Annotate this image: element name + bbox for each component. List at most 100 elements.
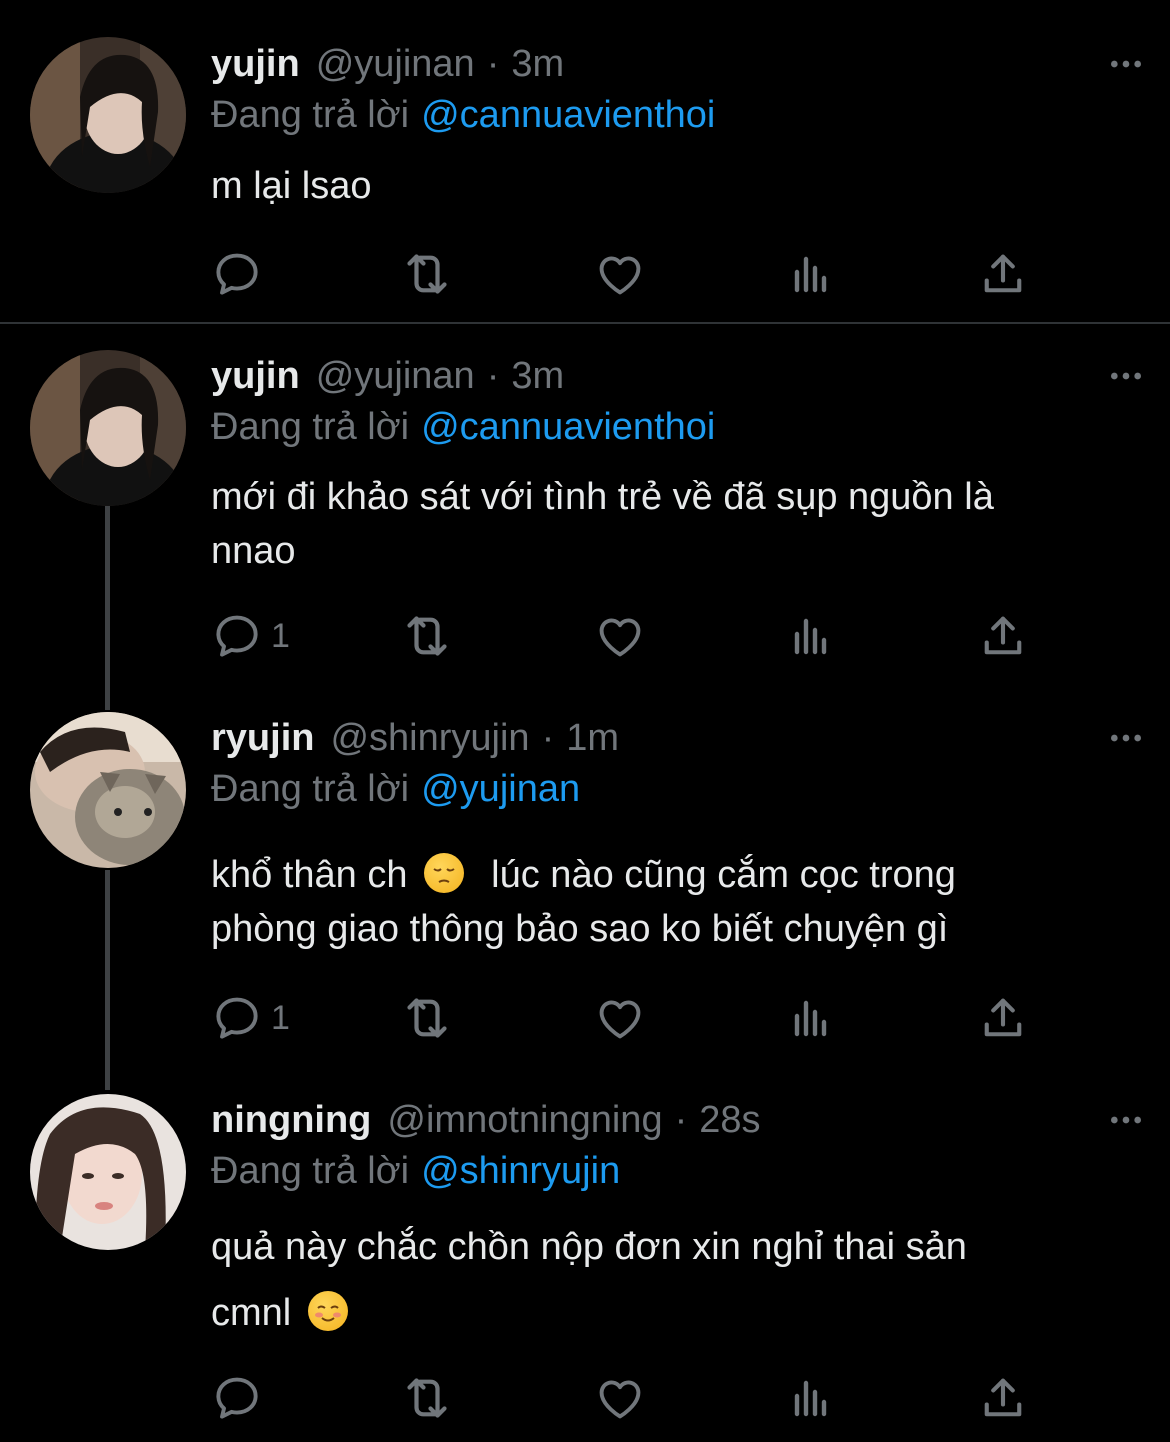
- action-bar: [211, 244, 1051, 304]
- like-icon: [594, 610, 646, 662]
- more-options-button[interactable]: [1106, 356, 1146, 396]
- tweet-header: yujin @yujinan · 3m: [211, 38, 564, 90]
- retweet-button[interactable]: [399, 988, 455, 1048]
- analytics-icon: [787, 250, 835, 298]
- replying-to: Đang trả lời @cannuavienthoi: [211, 94, 715, 137]
- tweet-text-segment: lúc nào cũng cắm cọc trong: [491, 854, 956, 896]
- tweet[interactable]: ryujin @shinryujin · 1m Đang trả lời @yuj…: [0, 694, 1170, 1074]
- more-icon: [1106, 718, 1146, 758]
- like-icon: [594, 992, 646, 1044]
- retweet-icon: [399, 1370, 455, 1426]
- like-button[interactable]: [594, 988, 646, 1048]
- mention-link[interactable]: @yujinan: [421, 768, 580, 810]
- reply-button[interactable]: [211, 244, 263, 304]
- separator-dot: ·: [674, 1098, 688, 1141]
- share-icon: [977, 248, 1029, 300]
- mention-link[interactable]: @cannuavienthoi: [421, 94, 715, 136]
- timestamp[interactable]: 28s: [699, 1099, 760, 1142]
- action-bar: 1: [211, 988, 1051, 1048]
- replying-to: Đang trả lời @shinryujin: [211, 1150, 620, 1193]
- separator-dot: ·: [486, 354, 500, 397]
- analytics-icon: [787, 612, 835, 660]
- tweet-text-line: phòng giao thông bảo sao ko biết chuyện …: [211, 908, 949, 950]
- reply-button[interactable]: [211, 1368, 263, 1428]
- like-button[interactable]: [594, 606, 646, 666]
- reply-button[interactable]: 1: [211, 606, 290, 666]
- pensive-face-emoji: [424, 853, 465, 893]
- display-name[interactable]: ryujin: [211, 717, 314, 760]
- display-name[interactable]: ningning: [211, 1099, 371, 1142]
- reply-count: 1: [271, 998, 290, 1037]
- avatar[interactable]: [30, 712, 186, 868]
- tweet-text-line: quả này chắc chồn nộp đơn xin nghỉ thai …: [211, 1226, 967, 1268]
- retweet-icon: [399, 990, 455, 1046]
- more-options-button[interactable]: [1106, 44, 1146, 84]
- analytics-button[interactable]: [787, 606, 835, 666]
- retweet-button[interactable]: [399, 606, 455, 666]
- share-button[interactable]: [977, 988, 1029, 1048]
- share-button[interactable]: [977, 1368, 1029, 1428]
- tweet-text: quả này chắc chồn nộp đơn xin nghỉ thai …: [211, 1214, 1141, 1346]
- share-button[interactable]: [977, 244, 1029, 304]
- avatar[interactable]: [30, 350, 186, 506]
- action-bar: [211, 1368, 1051, 1428]
- username-handle[interactable]: @shinryujin: [330, 717, 529, 760]
- analytics-icon: [787, 994, 835, 1042]
- replying-label: Đang trả lời: [211, 94, 410, 136]
- tweet-text-line: mới đi khảo sát với tình trẻ về đã sụp n…: [211, 476, 994, 518]
- retweet-button[interactable]: [399, 244, 455, 304]
- tweet-text: khổ thân ch lúc nào cũng cắm cọc trong p…: [211, 848, 1141, 956]
- more-icon: [1106, 44, 1146, 84]
- reply-timeline: yujin @yujinan · 3m Đang trả lời @cannuav…: [0, 0, 1170, 1442]
- tweet-text-line: khổ thân ch lúc nào cũng cắm cọc trong: [211, 848, 1141, 902]
- like-button[interactable]: [594, 244, 646, 304]
- reply-icon: [211, 610, 263, 662]
- tweet-header: ryujin @shinryujin · 1m: [211, 712, 619, 764]
- display-name[interactable]: yujin: [211, 43, 300, 86]
- username-handle[interactable]: @imnotningning: [387, 1099, 662, 1142]
- like-icon: [594, 1372, 646, 1424]
- username-handle[interactable]: @yujinan: [316, 43, 475, 86]
- like-button[interactable]: [594, 1368, 646, 1428]
- tweet-text-segment: khổ thân ch: [211, 854, 408, 896]
- separator-dot: ·: [541, 716, 555, 759]
- tweet-header: ningning @imnotningning · 28s: [211, 1094, 761, 1146]
- display-name[interactable]: yujin: [211, 355, 300, 398]
- analytics-icon: [787, 1374, 835, 1422]
- avatar[interactable]: [30, 37, 186, 193]
- reply-button[interactable]: 1: [211, 988, 290, 1048]
- reply-icon: [211, 1372, 263, 1424]
- share-icon: [977, 992, 1029, 1044]
- avatar[interactable]: [30, 1094, 186, 1250]
- analytics-button[interactable]: [787, 1368, 835, 1428]
- more-icon: [1106, 356, 1146, 396]
- tweet-text: m lại lsao: [211, 159, 1141, 213]
- replying-label: Đang trả lời: [211, 1150, 410, 1192]
- tweet[interactable]: yujin @yujinan · 3m Đang trả lời @cannuav…: [0, 324, 1170, 694]
- replying-label: Đang trả lời: [211, 406, 410, 448]
- retweet-button[interactable]: [399, 1368, 455, 1428]
- share-button[interactable]: [977, 606, 1029, 666]
- replying-label: Đang trả lời: [211, 768, 410, 810]
- tweet[interactable]: yujin @yujinan · 3m Đang trả lời @cannuav…: [0, 0, 1170, 322]
- retweet-icon: [399, 246, 455, 302]
- like-icon: [594, 248, 646, 300]
- timestamp[interactable]: 3m: [511, 355, 564, 398]
- reply-count: 1: [271, 616, 290, 655]
- smiling-face-emoji: [307, 1291, 348, 1331]
- username-handle[interactable]: @yujinan: [316, 355, 475, 398]
- reply-icon: [211, 248, 263, 300]
- timestamp[interactable]: 1m: [566, 717, 619, 760]
- analytics-button[interactable]: [787, 244, 835, 304]
- more-options-button[interactable]: [1106, 1100, 1146, 1140]
- tweet-header: yujin @yujinan · 3m: [211, 350, 564, 402]
- analytics-button[interactable]: [787, 988, 835, 1048]
- share-icon: [977, 1372, 1029, 1424]
- tweet-text-line: nnao: [211, 530, 296, 572]
- more-options-button[interactable]: [1106, 718, 1146, 758]
- mention-link[interactable]: @shinryujin: [421, 1150, 620, 1192]
- tweet[interactable]: ningning @imnotningning · 28s Đang trả l…: [0, 1074, 1170, 1442]
- more-icon: [1106, 1100, 1146, 1140]
- mention-link[interactable]: @cannuavienthoi: [421, 406, 715, 448]
- timestamp[interactable]: 3m: [511, 43, 564, 86]
